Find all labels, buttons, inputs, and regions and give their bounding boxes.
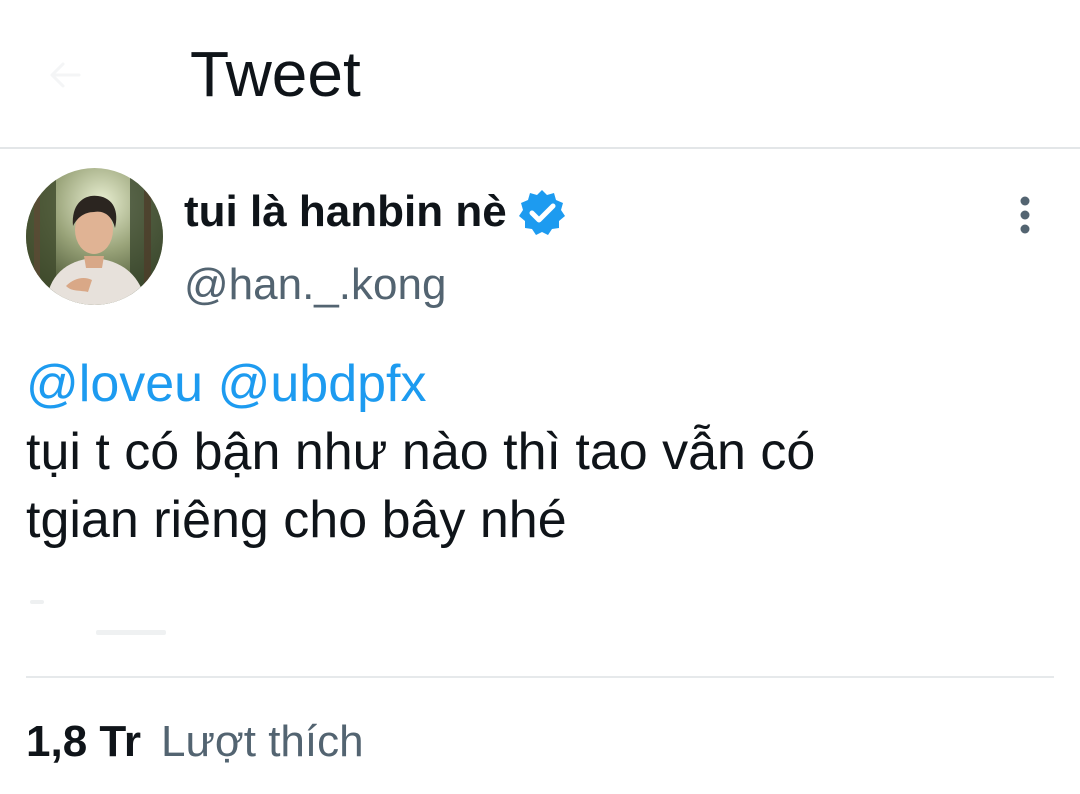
author-display-name[interactable]: tui là hanbin nè [184, 185, 507, 239]
top-bar: Tweet [0, 0, 1080, 149]
faint-artifact [96, 630, 166, 635]
tweet-body-line: tgian riêng cho bây nhé [26, 491, 567, 549]
likes-count: 1,8 Tr [26, 717, 141, 766]
likes-label: Lượt thích [160, 717, 364, 766]
header-divider [0, 147, 1080, 149]
verified-badge-icon [519, 190, 565, 235]
tweet-body-line: tụi t có bận như nào thì tao vẫn có [26, 423, 816, 481]
mention-link[interactable]: @loveu [26, 355, 203, 413]
page-title: Tweet [190, 38, 361, 110]
back-arrow-icon [50, 62, 81, 88]
author-handle[interactable]: @han._.kong [184, 258, 446, 312]
profile-photo [26, 168, 163, 305]
mentions-line: @loveu @ubdpfx [26, 350, 1056, 418]
more-options-button[interactable] [1000, 190, 1050, 240]
mention-link[interactable]: @ubdpfx [218, 355, 427, 413]
back-button[interactable] [40, 50, 90, 100]
more-vertical-icon [1020, 196, 1030, 234]
avatar[interactable] [26, 168, 163, 305]
tweet-text: @loveu @ubdpfx tụi t có bận như nào thì … [26, 350, 1056, 554]
content-divider [26, 676, 1054, 678]
likes-stat[interactable]: 1,8 Tr Lượt thích [26, 714, 364, 770]
faint-artifact [30, 600, 44, 604]
